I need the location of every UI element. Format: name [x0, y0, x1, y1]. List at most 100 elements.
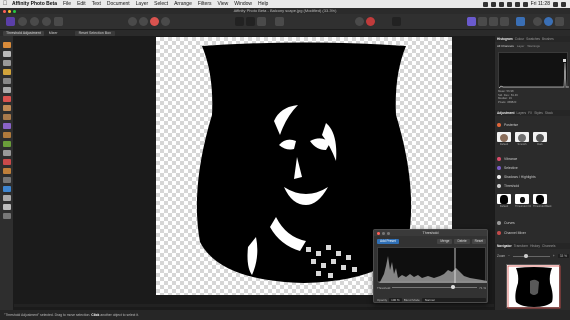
tab-adjustment[interactable]: Adjustment [497, 110, 515, 116]
menu-file[interactable]: File [60, 1, 74, 7]
tab-channels[interactable]: Channels [542, 243, 555, 249]
menu-window[interactable]: Window [231, 1, 255, 7]
preset-threshold-default[interactable]: Default [497, 194, 511, 208]
colour-picker-icon[interactable] [3, 96, 11, 102]
adjustment-channel-mixer[interactable]: Channel Mixer [497, 230, 569, 236]
quick-mask-icon[interactable] [257, 17, 266, 26]
zoom-slider[interactable] [513, 254, 550, 258]
tab-history[interactable]: History [530, 243, 540, 249]
crop-tool-icon[interactable] [3, 60, 11, 66]
red-eye-icon[interactable] [3, 159, 11, 165]
menu-document[interactable]: Document [104, 1, 133, 7]
tone-mapping-persona-icon[interactable] [42, 17, 51, 26]
tab-styles[interactable]: Styles [534, 110, 543, 116]
studio-icon[interactable] [516, 17, 525, 26]
preset-threshold-1[interactable]: Threshold 1% [515, 194, 531, 208]
menu-layer[interactable]: Layer [133, 1, 152, 7]
auto-levels-icon[interactable] [128, 17, 137, 26]
align-icon[interactable] [489, 17, 498, 26]
tab-threshold-adjustment[interactable]: Threshold Adjustment [3, 30, 44, 36]
marquee-icon[interactable] [275, 17, 284, 26]
menu-arrange[interactable]: Arrange [171, 1, 195, 7]
threshold-dialog-title[interactable]: Threshold [374, 230, 487, 236]
clock[interactable]: Fri 11:28 [531, 1, 550, 7]
healing-brush-icon[interactable] [3, 141, 11, 147]
layer-toggle[interactable]: Layer [517, 44, 525, 49]
tab-stock[interactable]: Stock [545, 110, 553, 116]
menu-select[interactable]: Select [151, 1, 171, 7]
snapping-icon[interactable] [355, 17, 364, 26]
auto-contrast-icon[interactable] [139, 17, 148, 26]
adjustment-shadows-highlights[interactable]: Shadows / Highlights [497, 174, 569, 180]
reset-selection-box-button[interactable]: Reset Selection Box [74, 30, 115, 36]
adjustment-curves[interactable]: Curves [497, 220, 569, 226]
magnet-icon[interactable] [366, 17, 375, 26]
adjustment-selective[interactable]: Selective [497, 165, 569, 171]
tab-layers[interactable]: Layers [517, 110, 527, 116]
zoom-in-icon[interactable]: + [553, 254, 555, 258]
adjustment-threshold[interactable]: Threshold [497, 183, 569, 189]
threshold-slider[interactable] [392, 285, 478, 290]
smudge-brush-icon[interactable] [3, 168, 11, 174]
brush-settings-icon[interactable] [555, 17, 564, 26]
erase-brush-icon[interactable] [3, 114, 11, 120]
auto-white-balance-icon[interactable] [161, 17, 170, 26]
menu-text[interactable]: Text [89, 1, 104, 7]
assistant-icon[interactable] [467, 17, 476, 26]
tray-icon[interactable] [506, 1, 512, 7]
zoom-window-button[interactable] [13, 9, 16, 13]
tab-mixer[interactable]: Mixer [46, 31, 61, 36]
zoom-out-icon[interactable]: − [508, 254, 510, 258]
channel-select[interactable]: All Channels [497, 44, 514, 49]
merge-button[interactable]: Merge [437, 238, 453, 244]
threshold-slider-knob[interactable] [450, 285, 455, 290]
tray-icon[interactable] [482, 1, 488, 7]
delete-button[interactable]: Delete [454, 238, 470, 244]
menu-filters[interactable]: Filters [195, 1, 215, 7]
wifi-icon[interactable] [514, 1, 520, 7]
menu-help[interactable]: Help [255, 1, 271, 7]
menu-app-name[interactable]: Affinity Photo Beta [10, 1, 60, 7]
clone-brush-icon[interactable] [3, 132, 11, 138]
reset-button[interactable]: Reset [471, 238, 486, 244]
zoom-slider-knob[interactable] [524, 254, 529, 258]
warnings-toggle[interactable]: Warnings [527, 44, 540, 49]
preset-smooth[interactable]: Smooth [515, 132, 529, 146]
text-tool-icon[interactable] [3, 204, 11, 210]
pen-tool-icon[interactable] [3, 195, 11, 201]
minimize-window-button[interactable] [8, 9, 11, 13]
tab-fx[interactable]: FX [528, 110, 532, 116]
search-icon[interactable] [553, 1, 558, 7]
selection-brush-icon[interactable] [3, 69, 11, 75]
tab-colour[interactable]: Colour [515, 36, 524, 42]
apple-icon[interactable]:  [0, 1, 10, 7]
close-dialog-button[interactable] [377, 231, 380, 235]
move-tool-icon[interactable] [3, 42, 11, 48]
auto-colours-icon[interactable] [150, 17, 159, 26]
marquee-tool-icon[interactable] [3, 87, 11, 93]
menu-view[interactable]: View [215, 1, 232, 7]
gradient-tool-icon[interactable] [3, 177, 11, 183]
preset-threshold-black[interactable]: Threshold Black [533, 194, 552, 208]
adjustment-vibrance[interactable]: Vibrance [497, 156, 569, 162]
preset-dark[interactable]: Dark [533, 132, 547, 146]
view-mode-icon[interactable] [544, 17, 553, 26]
selection-mode-icon[interactable] [246, 17, 255, 26]
adjustment-posterise[interactable]: Posterise [497, 122, 569, 128]
tab-brushes[interactable]: Brushes [542, 36, 554, 42]
zoom-dialog-button[interactable] [387, 231, 390, 235]
navigator-preview[interactable] [506, 264, 561, 309]
opacity-field[interactable]: 100 % [389, 297, 402, 302]
shape-tool-icon[interactable] [3, 186, 11, 192]
blend-mode-select[interactable]: Normal [421, 297, 486, 302]
minimize-dialog-button[interactable] [382, 231, 385, 235]
tab-navigator[interactable]: Navigator [497, 243, 512, 249]
zoom-tool-icon[interactable] [3, 213, 11, 219]
arrange-icon[interactable] [478, 17, 487, 26]
add-preset-button[interactable]: Add Preset [377, 238, 399, 244]
close-window-button[interactable] [3, 9, 6, 13]
export-persona-icon[interactable] [54, 17, 63, 26]
develop-persona-icon[interactable] [30, 17, 39, 26]
notification-icon[interactable] [561, 1, 566, 7]
tray-icon[interactable] [490, 1, 496, 7]
